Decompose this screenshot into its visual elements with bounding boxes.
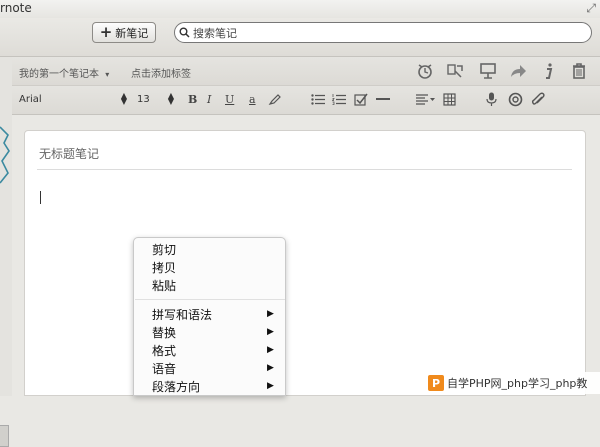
- text-cursor: [40, 191, 41, 204]
- note-title-input[interactable]: 无标题笔记: [39, 145, 99, 162]
- notebook-thumbnail-icon: [0, 126, 10, 184]
- bold-button[interactable]: B: [188, 93, 197, 106]
- main-toolbar: + 新笔记 搜索笔记: [0, 18, 600, 57]
- notebook-label: 我的第一个笔记本: [19, 69, 99, 80]
- menu-item-paragraph-direction[interactable]: 段落方向: [152, 378, 200, 395]
- microphone-icon[interactable]: [486, 92, 497, 107]
- menu-separator: [135, 299, 285, 300]
- watermark-text: 自学PHP网_php学习_php教: [447, 377, 588, 390]
- note-meta-bar: 我的第一个笔记本 ▾ 点击添加标签: [12, 57, 600, 86]
- app-title: rnote: [0, 1, 32, 15]
- submenu-arrow-icon: ▶: [267, 309, 274, 319]
- scroll-handle[interactable]: [0, 425, 9, 447]
- share-note-icon[interactable]: [446, 62, 464, 80]
- info-icon[interactable]: [540, 62, 558, 80]
- camera-shutter-icon[interactable]: [508, 92, 523, 107]
- underline-button[interactable]: U: [225, 93, 234, 106]
- new-note-label: 新笔记: [115, 26, 149, 40]
- title-bar: rnote ⤢: [0, 0, 600, 18]
- menu-item-speech[interactable]: 语音: [152, 360, 176, 377]
- checkbox-icon[interactable]: [354, 93, 368, 106]
- plus-icon: +: [99, 23, 113, 41]
- submenu-arrow-icon: ▶: [267, 363, 274, 373]
- search-input[interactable]: 搜索笔记: [174, 22, 592, 43]
- horizontal-rule-icon[interactable]: [376, 98, 390, 101]
- search-icon: [179, 27, 190, 38]
- reminder-alarm-icon[interactable]: [416, 62, 434, 80]
- notebook-select[interactable]: 我的第一个笔记本 ▾: [19, 65, 109, 80]
- menu-item-copy[interactable]: 拷贝: [152, 259, 176, 276]
- align-menu-icon[interactable]: [416, 94, 436, 105]
- add-tag-field[interactable]: 点击添加标签: [131, 65, 191, 80]
- text-color-button[interactable]: a: [249, 93, 256, 106]
- context-menu: 剪切 拷贝 粘贴 拼写和语法 ▶ 替换 ▶ 格式 ▶ 语音 ▶ 段落方向 ▶: [133, 237, 286, 396]
- menu-item-format[interactable]: 格式: [152, 342, 176, 359]
- forward-arrow-icon[interactable]: [509, 62, 527, 80]
- trash-icon[interactable]: [570, 62, 588, 80]
- updown-icon: ▲ ▼: [167, 91, 174, 106]
- font-size-value: 13: [137, 94, 150, 105]
- menu-item-spelling-grammar[interactable]: 拼写和语法: [152, 306, 212, 323]
- font-family-value: Arial: [19, 94, 42, 105]
- updown-icon: ▲ ▼: [120, 91, 127, 106]
- italic-button[interactable]: I: [207, 93, 211, 106]
- site-watermark: P 自学PHP网_php学习_php教: [428, 372, 600, 394]
- font-family-select[interactable]: Arial ▲ ▼: [19, 91, 127, 106]
- search-placeholder: 搜索笔记: [193, 26, 237, 40]
- new-note-button[interactable]: + 新笔记: [92, 22, 156, 43]
- note-editor[interactable]: 无标题笔记: [24, 130, 586, 396]
- submenu-arrow-icon: ▶: [267, 327, 274, 337]
- table-icon[interactable]: [443, 93, 456, 106]
- chevron-down-icon: ▾: [105, 70, 110, 79]
- menu-item-cut[interactable]: 剪切: [152, 241, 176, 258]
- numbered-list-icon[interactable]: [332, 94, 346, 105]
- submenu-arrow-icon: ▶: [267, 345, 274, 355]
- watermark-logo-icon: P: [428, 375, 444, 391]
- attachment-icon[interactable]: [531, 92, 545, 107]
- submenu-arrow-icon: ▶: [267, 381, 274, 391]
- highlighter-icon[interactable]: [268, 93, 281, 106]
- title-divider: [37, 169, 572, 170]
- menu-item-paste[interactable]: 粘贴: [152, 277, 176, 294]
- fullscreen-icon[interactable]: ⤢: [586, 1, 596, 16]
- menu-item-substitutions[interactable]: 替换: [152, 324, 176, 341]
- formatting-toolbar: Arial ▲ ▼ 13 ▲ ▼ B I U a: [12, 86, 600, 115]
- font-size-select[interactable]: 13 ▲ ▼: [137, 91, 174, 106]
- bullet-list-icon[interactable]: [311, 94, 325, 105]
- presentation-icon[interactable]: [479, 62, 497, 80]
